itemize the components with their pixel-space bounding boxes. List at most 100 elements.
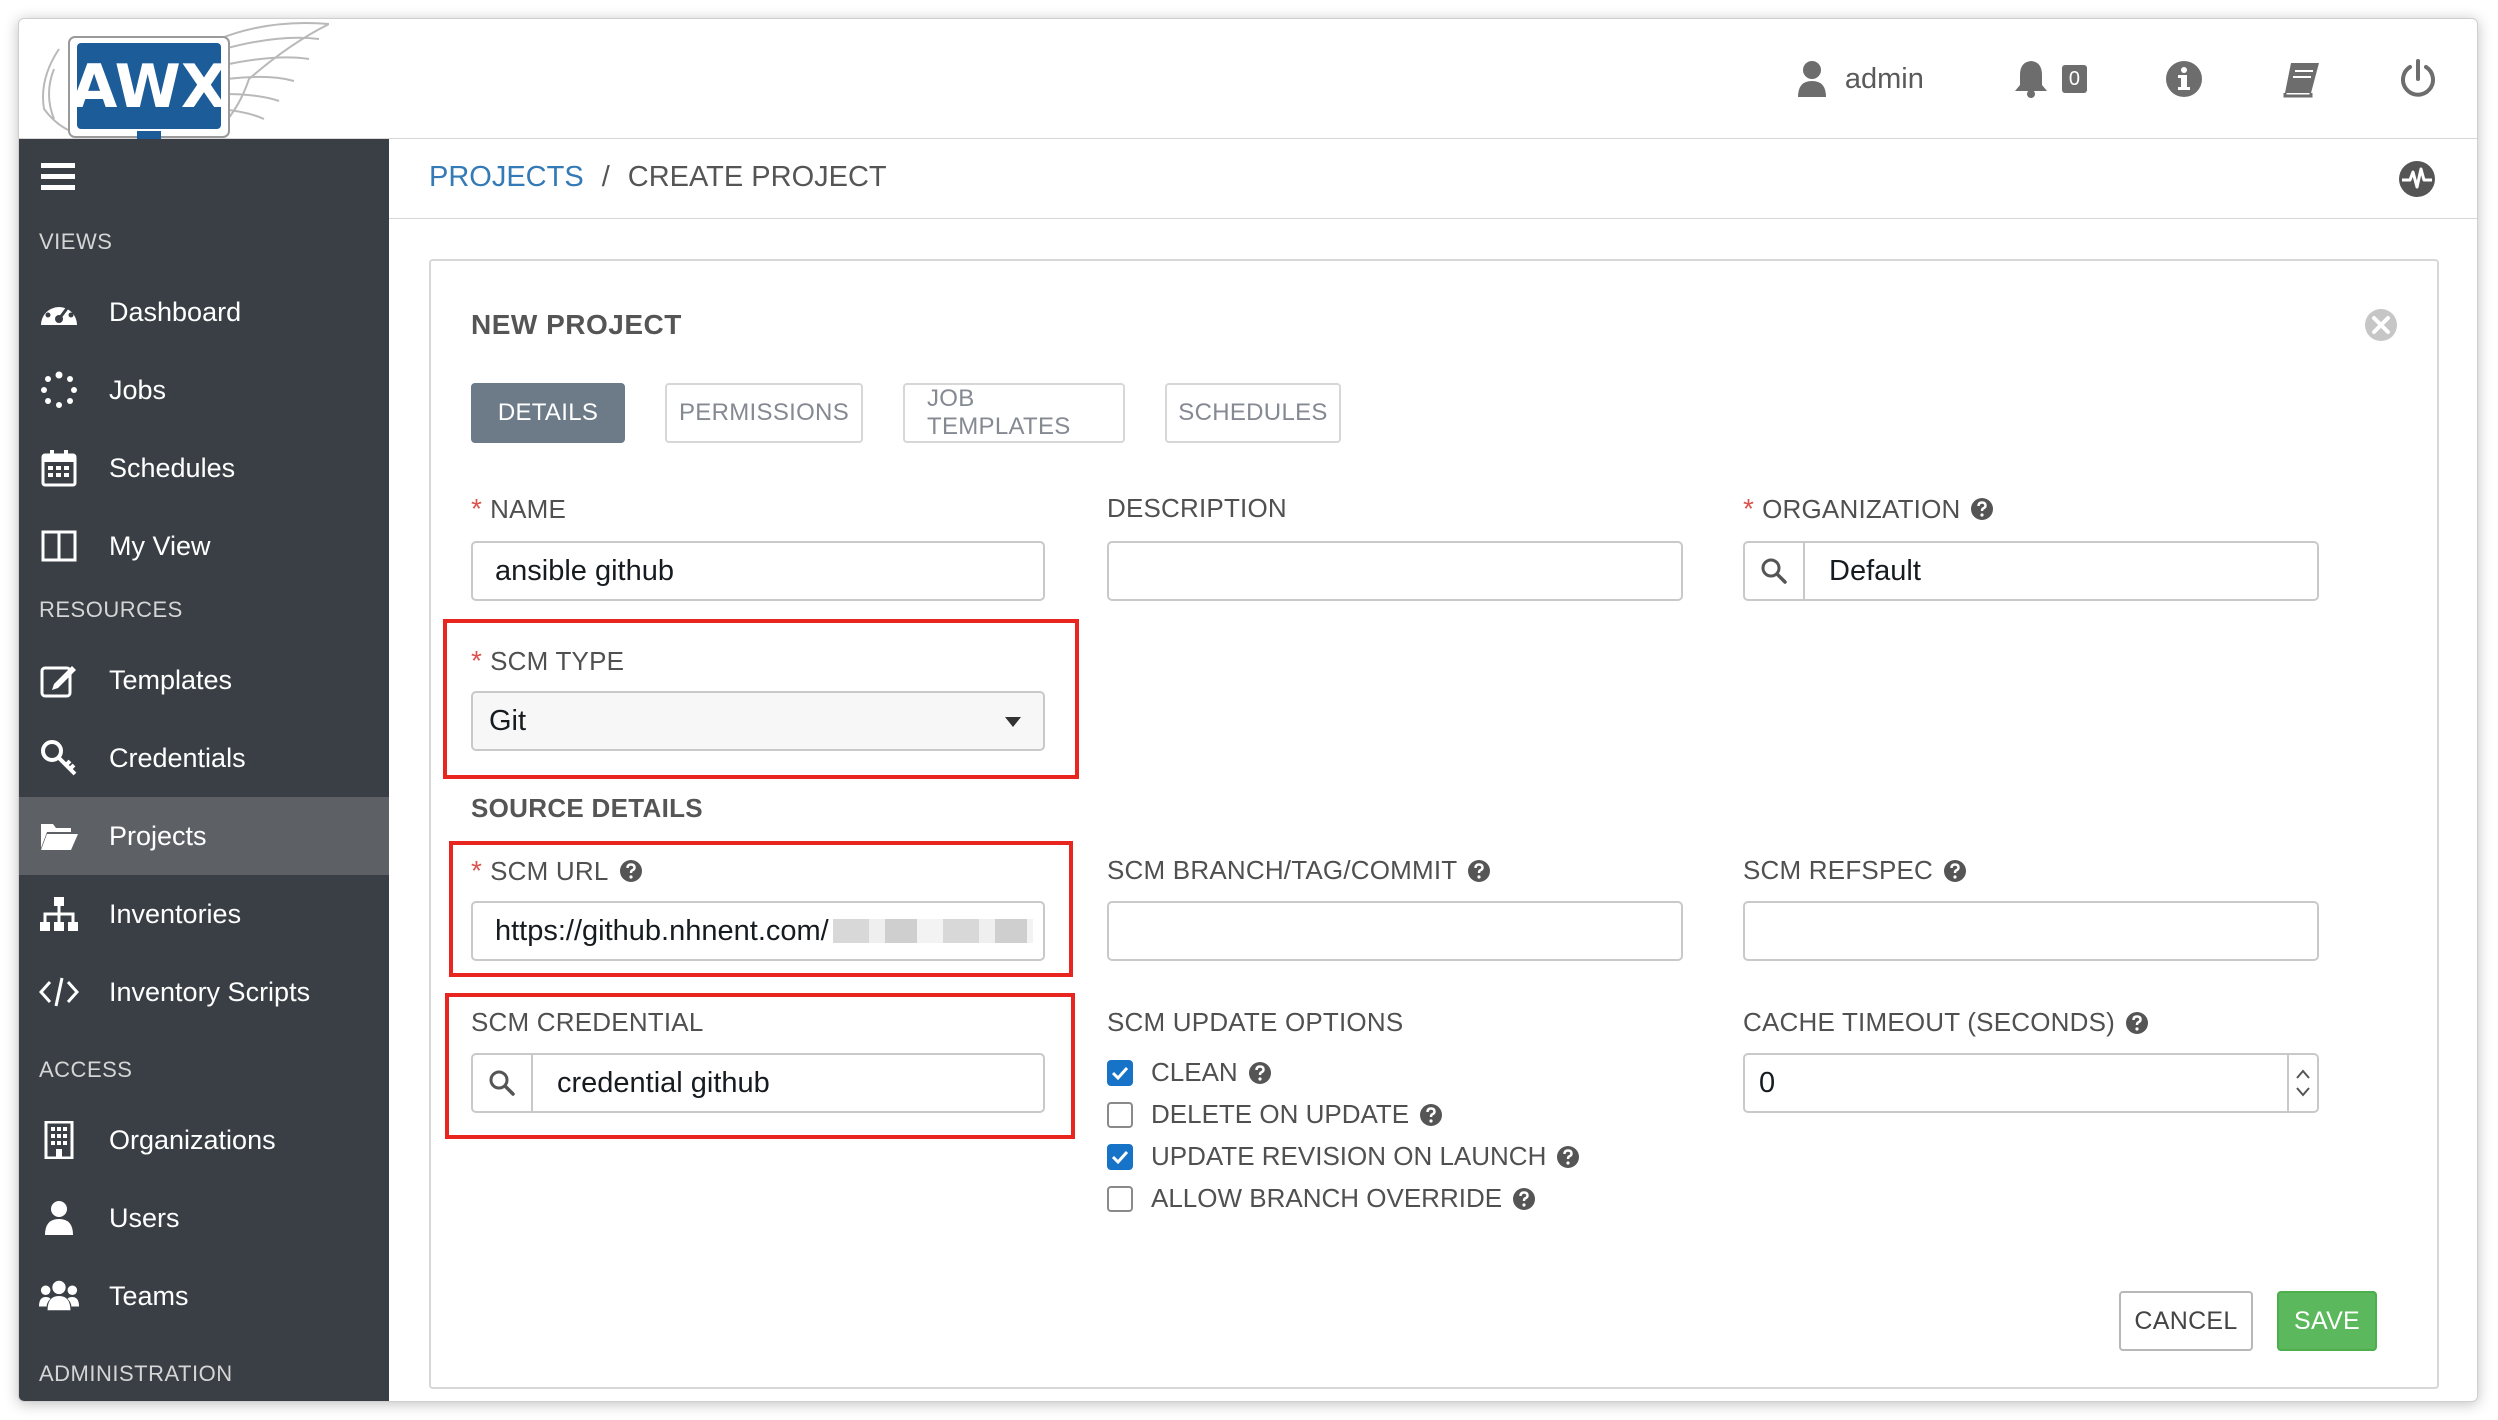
- sidebar-item-label: Inventory Scripts: [109, 976, 311, 1007]
- awx-logo-icon: AWX: [42, 22, 333, 141]
- cache-timeout-input[interactable]: 0: [1743, 1053, 2319, 1113]
- organization-value: Default: [1829, 554, 1921, 587]
- name-label-text: NAME: [490, 493, 567, 524]
- close-panel-button[interactable]: [2363, 307, 2399, 343]
- code-icon: [39, 972, 79, 1012]
- scm-refspec-input[interactable]: [1743, 901, 2319, 961]
- documentation-button[interactable]: [2281, 47, 2321, 111]
- top-header: AWX admin 0: [19, 19, 2477, 141]
- sidebar-item-inventories[interactable]: Inventories: [19, 875, 389, 953]
- user-icon: [39, 1198, 79, 1238]
- question-circle-icon[interactable]: [1512, 1187, 1536, 1211]
- form-tabs: DETAILS PERMISSIONS JOB TEMPLATES SCHEDU…: [471, 383, 1381, 443]
- info-icon: [2166, 61, 2202, 97]
- allow-branch-override-checkbox[interactable]: [1107, 1185, 1133, 1212]
- sidebar-item-label: Users: [109, 1202, 180, 1233]
- sidebar-item-credentials[interactable]: Credentials: [19, 719, 389, 797]
- option-label: ALLOW BRANCH OVERRIDE: [1151, 1183, 1503, 1213]
- sidebar-item-label: Credentials: [109, 742, 246, 773]
- section-access: ACCESS: [39, 1057, 133, 1082]
- heartbeat-icon: [2399, 161, 2435, 197]
- clean-checkbox[interactable]: [1107, 1059, 1133, 1086]
- option-allow-branch-override[interactable]: ALLOW BRANCH OVERRIDE: [1107, 1183, 1536, 1214]
- question-circle-icon[interactable]: [2125, 1011, 2149, 1035]
- section-administration: ADMINISTRATION: [39, 1361, 233, 1386]
- close-circle-icon: [2365, 309, 2397, 341]
- activity-stream-button[interactable]: [2397, 159, 2437, 199]
- sidebar-item-projects[interactable]: Projects: [19, 797, 389, 875]
- option-clean[interactable]: CLEAN: [1107, 1057, 1272, 1088]
- sidebar-item-label: My View: [109, 530, 211, 561]
- awx-logo[interactable]: AWX: [39, 19, 333, 144]
- organization-label: * ORGANIZATION: [1743, 493, 1994, 525]
- key-icon: [39, 738, 79, 778]
- cache-timeout-value: 0: [1759, 1066, 1776, 1099]
- tab-details[interactable]: DETAILS: [471, 383, 625, 443]
- breadcrumb-bar: PROJECTS / CREATE PROJECT: [389, 139, 2477, 219]
- cancel-button[interactable]: CANCEL: [2119, 1291, 2253, 1351]
- scm-branch-input[interactable]: [1107, 901, 1683, 961]
- question-circle-icon[interactable]: [1556, 1145, 1580, 1169]
- search-icon: [1761, 558, 1787, 584]
- checkmark-icon: [1111, 1066, 1129, 1080]
- logout-button[interactable]: [2399, 47, 2437, 111]
- description-label-text: DESCRIPTION: [1107, 493, 1287, 523]
- sidebar-item-teams[interactable]: Teams: [19, 1257, 389, 1335]
- section-views: VIEWS: [39, 229, 113, 254]
- organization-search-button[interactable]: [1745, 543, 1805, 599]
- chevron-up-icon[interactable]: [2296, 1069, 2310, 1079]
- bell-icon: [2014, 61, 2047, 98]
- checkmark-icon: [1111, 1150, 1129, 1164]
- tab-schedules[interactable]: SCHEDULES: [1165, 383, 1341, 443]
- highlight-scm-url: [449, 841, 1073, 977]
- number-spinner[interactable]: [2287, 1055, 2317, 1111]
- question-circle-icon[interactable]: [1248, 1061, 1272, 1085]
- required-marker: *: [471, 493, 483, 524]
- sidebar-item-users[interactable]: Users: [19, 1179, 389, 1257]
- user-menu[interactable]: admin: [1797, 47, 1924, 111]
- source-details-title: SOURCE DETAILS: [471, 793, 703, 823]
- question-circle-icon[interactable]: [1943, 859, 1967, 883]
- book-icon: [2283, 63, 2319, 98]
- about-button[interactable]: [2165, 47, 2203, 111]
- breadcrumb-projects-link[interactable]: PROJECTS: [429, 161, 584, 194]
- description-input[interactable]: [1107, 541, 1683, 601]
- edit-icon: [39, 660, 79, 700]
- cache-timeout-label: CACHE TIMEOUT (SECONDS): [1743, 1007, 2149, 1038]
- sidebar-item-schedules[interactable]: Schedules: [19, 429, 389, 507]
- sidebar-item-templates[interactable]: Templates: [19, 641, 389, 719]
- sitemap-icon: [39, 894, 79, 934]
- sidebar-item-dashboard[interactable]: Dashboard: [19, 273, 389, 351]
- sidebar: VIEWS Dashboard Jobs Schedules My View R…: [19, 139, 389, 1401]
- sidebar-item-label: Teams: [109, 1280, 189, 1311]
- name-input[interactable]: ansible github: [471, 541, 1045, 601]
- save-button[interactable]: SAVE: [2277, 1291, 2377, 1351]
- breadcrumb-current: CREATE PROJECT: [627, 161, 887, 193]
- section-resources: RESOURCES: [39, 597, 183, 622]
- notification-count-badge: 0: [2061, 65, 2087, 93]
- menu-toggle-button[interactable]: [41, 163, 75, 191]
- sidebar-item-jobs[interactable]: Jobs: [19, 351, 389, 429]
- question-circle-icon[interactable]: [1419, 1103, 1443, 1127]
- sidebar-item-inventory-scripts[interactable]: Inventory Scripts: [19, 953, 389, 1031]
- organization-lookup[interactable]: Default: [1743, 541, 2319, 601]
- notifications-button[interactable]: 0: [2012, 47, 2087, 111]
- chevron-down-icon[interactable]: [2296, 1087, 2310, 1097]
- cache-timeout-label-text: CACHE TIMEOUT (SECONDS): [1743, 1007, 2116, 1037]
- option-update-revision-on-launch[interactable]: UPDATE REVISION ON LAUNCH: [1107, 1141, 1580, 1172]
- question-circle-icon[interactable]: [1467, 859, 1491, 883]
- update-revision-checkbox[interactable]: [1107, 1143, 1133, 1170]
- question-circle-icon[interactable]: [1970, 497, 1994, 521]
- highlight-scm-credential: [445, 993, 1075, 1139]
- dashboard-icon: [39, 292, 79, 332]
- columns-icon: [39, 526, 79, 566]
- option-delete-on-update[interactable]: DELETE ON UPDATE: [1107, 1099, 1443, 1130]
- delete-on-update-checkbox[interactable]: [1107, 1101, 1133, 1128]
- power-icon: [2401, 59, 2435, 97]
- sidebar-item-label: Organizations: [109, 1124, 276, 1155]
- app-window: AWX admin 0 VIEWS Dashboard Jobs Schedul…: [18, 18, 2478, 1402]
- tab-job-templates[interactable]: JOB TEMPLATES: [903, 383, 1125, 443]
- sidebar-item-my-view[interactable]: My View: [19, 507, 389, 585]
- sidebar-item-organizations[interactable]: Organizations: [19, 1101, 389, 1179]
- tab-permissions[interactable]: PERMISSIONS: [665, 383, 863, 443]
